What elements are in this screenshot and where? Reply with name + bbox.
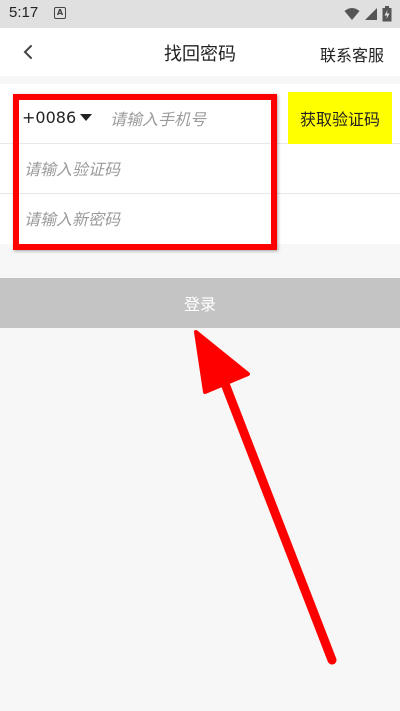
phone-input[interactable] — [110, 104, 275, 134]
a-icon: A — [54, 7, 66, 19]
status-time: 5:17 — [9, 4, 39, 21]
contact-service-link[interactable]: 联系客服 — [320, 42, 384, 66]
caret-down-icon — [80, 113, 93, 121]
status-icons — [344, 5, 392, 23]
get-code-button[interactable]: 获取验证码 — [288, 92, 392, 144]
verification-code-input[interactable] — [24, 154, 274, 184]
new-password-input[interactable] — [24, 204, 274, 234]
status-bar: 5:17 A — [0, 0, 400, 28]
screen: 5:17 A 找回密码 联系客服 +0086 请输入手机号 请输入验证码 获取验… — [0, 0, 400, 711]
battery-icon — [382, 6, 392, 22]
header: 找回密码 联系客服 — [0, 28, 400, 76]
code-row — [0, 144, 400, 194]
country-code-select[interactable]: +0086 — [22, 108, 93, 127]
country-code-value: +0086 — [22, 108, 77, 127]
wifi-icon — [344, 8, 360, 20]
password-row — [0, 194, 400, 244]
signal-icon — [365, 8, 377, 20]
login-button[interactable]: 登录 — [0, 278, 400, 328]
